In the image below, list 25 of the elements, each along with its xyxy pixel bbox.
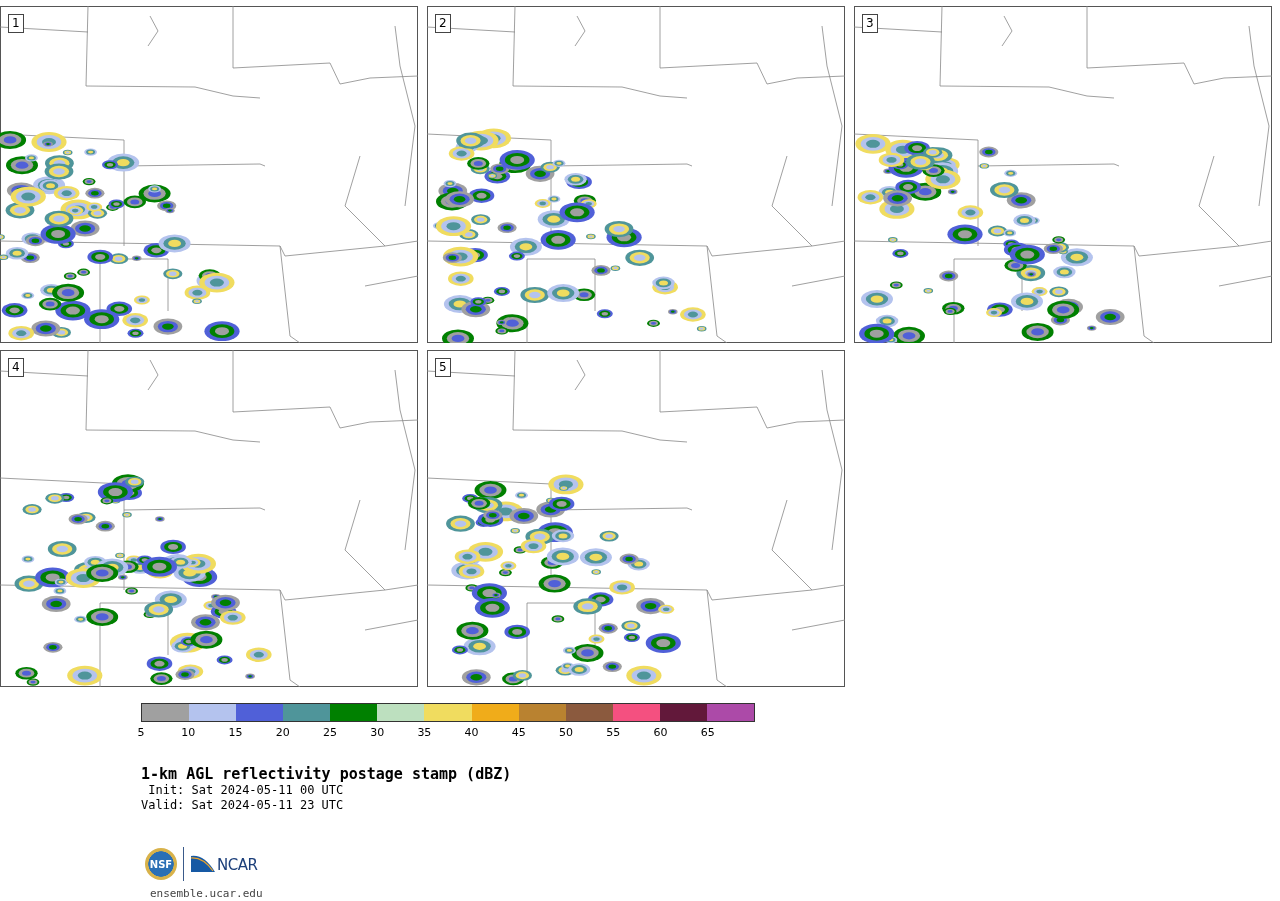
tick-label: 45 bbox=[511, 726, 526, 739]
nsf-logo: NSF bbox=[145, 848, 177, 880]
panel-number: 3 bbox=[862, 14, 878, 33]
tick-label: 65 bbox=[700, 726, 715, 739]
ncar-logo-text: NCAR bbox=[217, 856, 258, 874]
panel-number: 1 bbox=[8, 14, 24, 33]
tick-label: 25 bbox=[322, 726, 337, 739]
tick-label: 15 bbox=[228, 726, 243, 739]
valid-time: Valid: Sat 2024-05-11 23 UTC bbox=[141, 798, 345, 813]
tick-label: 20 bbox=[275, 726, 290, 739]
panel-number: 2 bbox=[435, 14, 451, 33]
init-time: Init: Sat 2024-05-11 00 UTC bbox=[147, 783, 345, 798]
tick-label: 60 bbox=[653, 726, 668, 739]
site-url: ensemble.ucar.edu bbox=[150, 887, 264, 900]
tick-label: 10 bbox=[181, 726, 196, 739]
panel-number: 4 bbox=[8, 358, 24, 377]
panel-number: 5 bbox=[435, 358, 451, 377]
tick-label: 30 bbox=[370, 726, 385, 739]
chart-title: 1-km AGL reflectivity postage stamp (dBZ) bbox=[141, 765, 513, 783]
tick-label: 55 bbox=[606, 726, 621, 739]
tick-label: 50 bbox=[559, 726, 574, 739]
tick-label: 40 bbox=[464, 726, 479, 739]
tick-label: 35 bbox=[417, 726, 432, 739]
tick-label: 5 bbox=[137, 726, 145, 739]
ncar-logo-icon bbox=[190, 854, 216, 874]
